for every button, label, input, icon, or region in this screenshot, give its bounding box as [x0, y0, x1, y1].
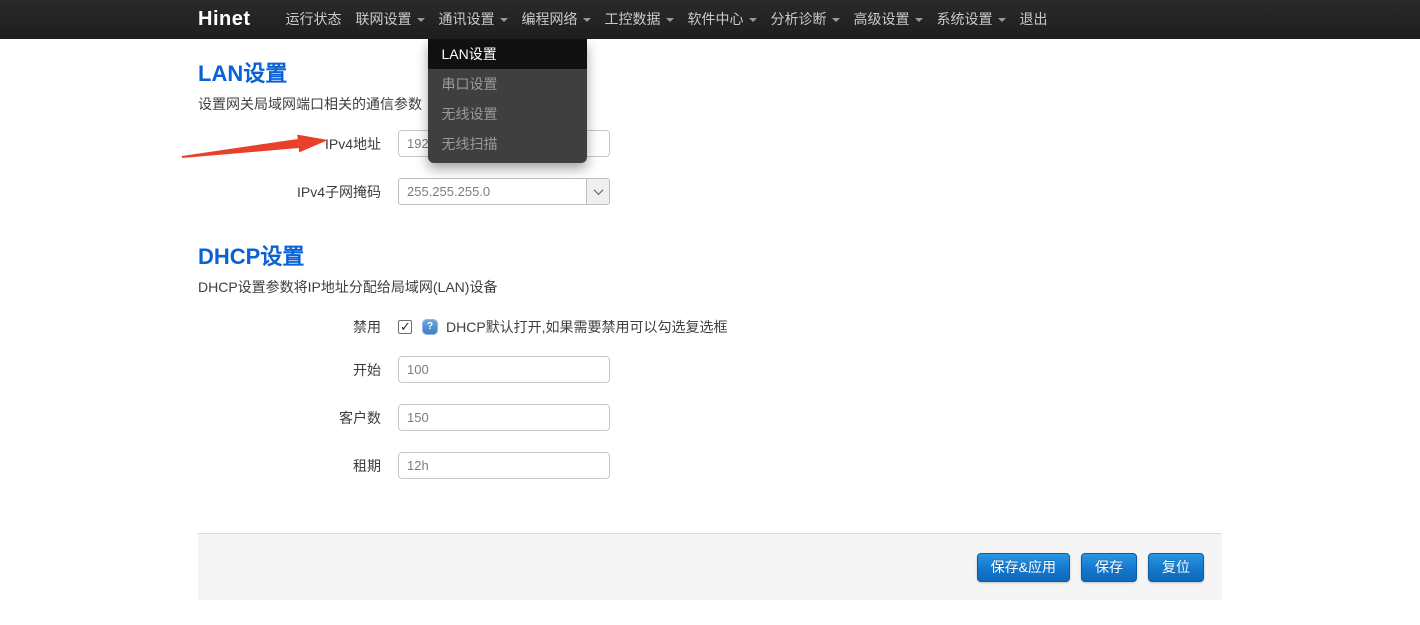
dhcp-start-label: 开始 [198, 360, 381, 380]
chevron-down-icon [832, 18, 840, 22]
nav-item-network-settings[interactable]: 联网设置 [349, 0, 432, 39]
nav-item-comm-settings[interactable]: 通讯设置 LAN设置 串口设置 无线设置 无线扫描 [432, 0, 515, 39]
nav-item-label: 退出 [1020, 11, 1048, 27]
nav-item-system-settings[interactable]: 系统设置 [930, 0, 1013, 39]
chevron-down-icon [749, 18, 757, 22]
nav-item-programming-network[interactable]: 编程网络 [515, 0, 598, 39]
page-actions: 保存&应用 保存 复位 [198, 533, 1222, 600]
nav-item-status[interactable]: 运行状态 [279, 0, 349, 39]
nav-item-advanced-settings[interactable]: 高级设置 [847, 0, 930, 39]
chevron-down-icon [417, 18, 425, 22]
save-apply-button[interactable]: 保存&应用 [977, 553, 1070, 582]
nav-item-label: 系统设置 [937, 11, 993, 27]
main-content: LAN设置 设置网关局域网端口相关的通信参数 IPv4地址 IPv4子网掩码 2… [198, 39, 1222, 600]
dhcp-lease-input[interactable] [398, 452, 610, 479]
dhcp-settings-subtitle: DHCP设置参数将IP地址分配给局域网(LAN)设备 [198, 277, 1222, 297]
comm-settings-dropdown: LAN设置 串口设置 无线设置 无线扫描 [428, 39, 587, 163]
brand-logo[interactable]: Hinet [198, 0, 251, 39]
ipv4-address-row: IPv4地址 [198, 130, 1222, 157]
top-navbar: Hinet 运行状态 联网设置 通讯设置 LAN设置 串口设置 无线设置 无线扫… [0, 0, 1420, 39]
nav-item-diagnosis[interactable]: 分析诊断 [764, 0, 847, 39]
nav-item-industrial-data[interactable]: 工控数据 [598, 0, 681, 39]
chevron-down-icon [500, 18, 508, 22]
chevron-down-icon [593, 185, 603, 195]
nav-item-logout[interactable]: 退出 [1013, 0, 1055, 39]
help-icon[interactable]: ? [422, 319, 438, 335]
nav-item-label: 联网设置 [356, 11, 412, 27]
dhcp-limit-input[interactable] [398, 404, 610, 431]
select-arrow-button[interactable] [586, 179, 609, 204]
dhcp-limit-label: 客户数 [198, 408, 381, 428]
dhcp-disable-hint: DHCP默认打开,如果需要禁用可以勾选复选框 [446, 317, 728, 337]
nav-item-label: 软件中心 [688, 11, 744, 27]
chevron-down-icon [583, 18, 591, 22]
lan-settings-subtitle: 设置网关局域网端口相关的通信参数 [198, 94, 1222, 114]
lan-settings-title: LAN设置 [198, 62, 1222, 86]
ipv4-netmask-row: IPv4子网掩码 255.255.255.0 [198, 178, 1222, 205]
dhcp-limit-row: 客户数 [198, 404, 1222, 431]
dropdown-item-lan-settings[interactable]: LAN设置 [428, 39, 587, 69]
chevron-down-icon [998, 18, 1006, 22]
dhcp-lease-row: 租期 [198, 452, 1222, 479]
dhcp-disable-checkbox[interactable] [398, 320, 412, 334]
chevron-down-icon [915, 18, 923, 22]
ipv4-netmask-label: IPv4子网掩码 [198, 182, 381, 202]
ipv4-address-label: IPv4地址 [198, 134, 381, 154]
dhcp-settings-title: DHCP设置 [198, 245, 1222, 269]
nav-item-software-center[interactable]: 软件中心 [681, 0, 764, 39]
nav-item-label: 编程网络 [522, 11, 578, 27]
ipv4-netmask-selected-value: 255.255.255.0 [399, 179, 586, 204]
dropdown-item-wireless-settings[interactable]: 无线设置 [428, 99, 587, 129]
dhcp-lease-label: 租期 [198, 456, 381, 476]
nav-item-label: 高级设置 [854, 11, 910, 27]
save-button[interactable]: 保存 [1081, 553, 1137, 582]
dhcp-start-row: 开始 [198, 356, 1222, 383]
nav-item-label: 工控数据 [605, 11, 661, 27]
dhcp-start-input[interactable] [398, 356, 610, 383]
dropdown-item-wireless-scan[interactable]: 无线扫描 [428, 129, 587, 159]
chevron-down-icon [666, 18, 674, 22]
dropdown-item-serial-settings[interactable]: 串口设置 [428, 69, 587, 99]
reset-button[interactable]: 复位 [1148, 553, 1204, 582]
nav-item-label: 分析诊断 [771, 11, 827, 27]
nav-item-label: 通讯设置 [439, 11, 495, 27]
nav-item-label: 运行状态 [286, 11, 342, 27]
ipv4-netmask-select[interactable]: 255.255.255.0 [398, 178, 610, 205]
dhcp-disable-row: 禁用 ? DHCP默认打开,如果需要禁用可以勾选复选框 [198, 313, 1222, 340]
dhcp-disable-label: 禁用 [198, 317, 381, 337]
